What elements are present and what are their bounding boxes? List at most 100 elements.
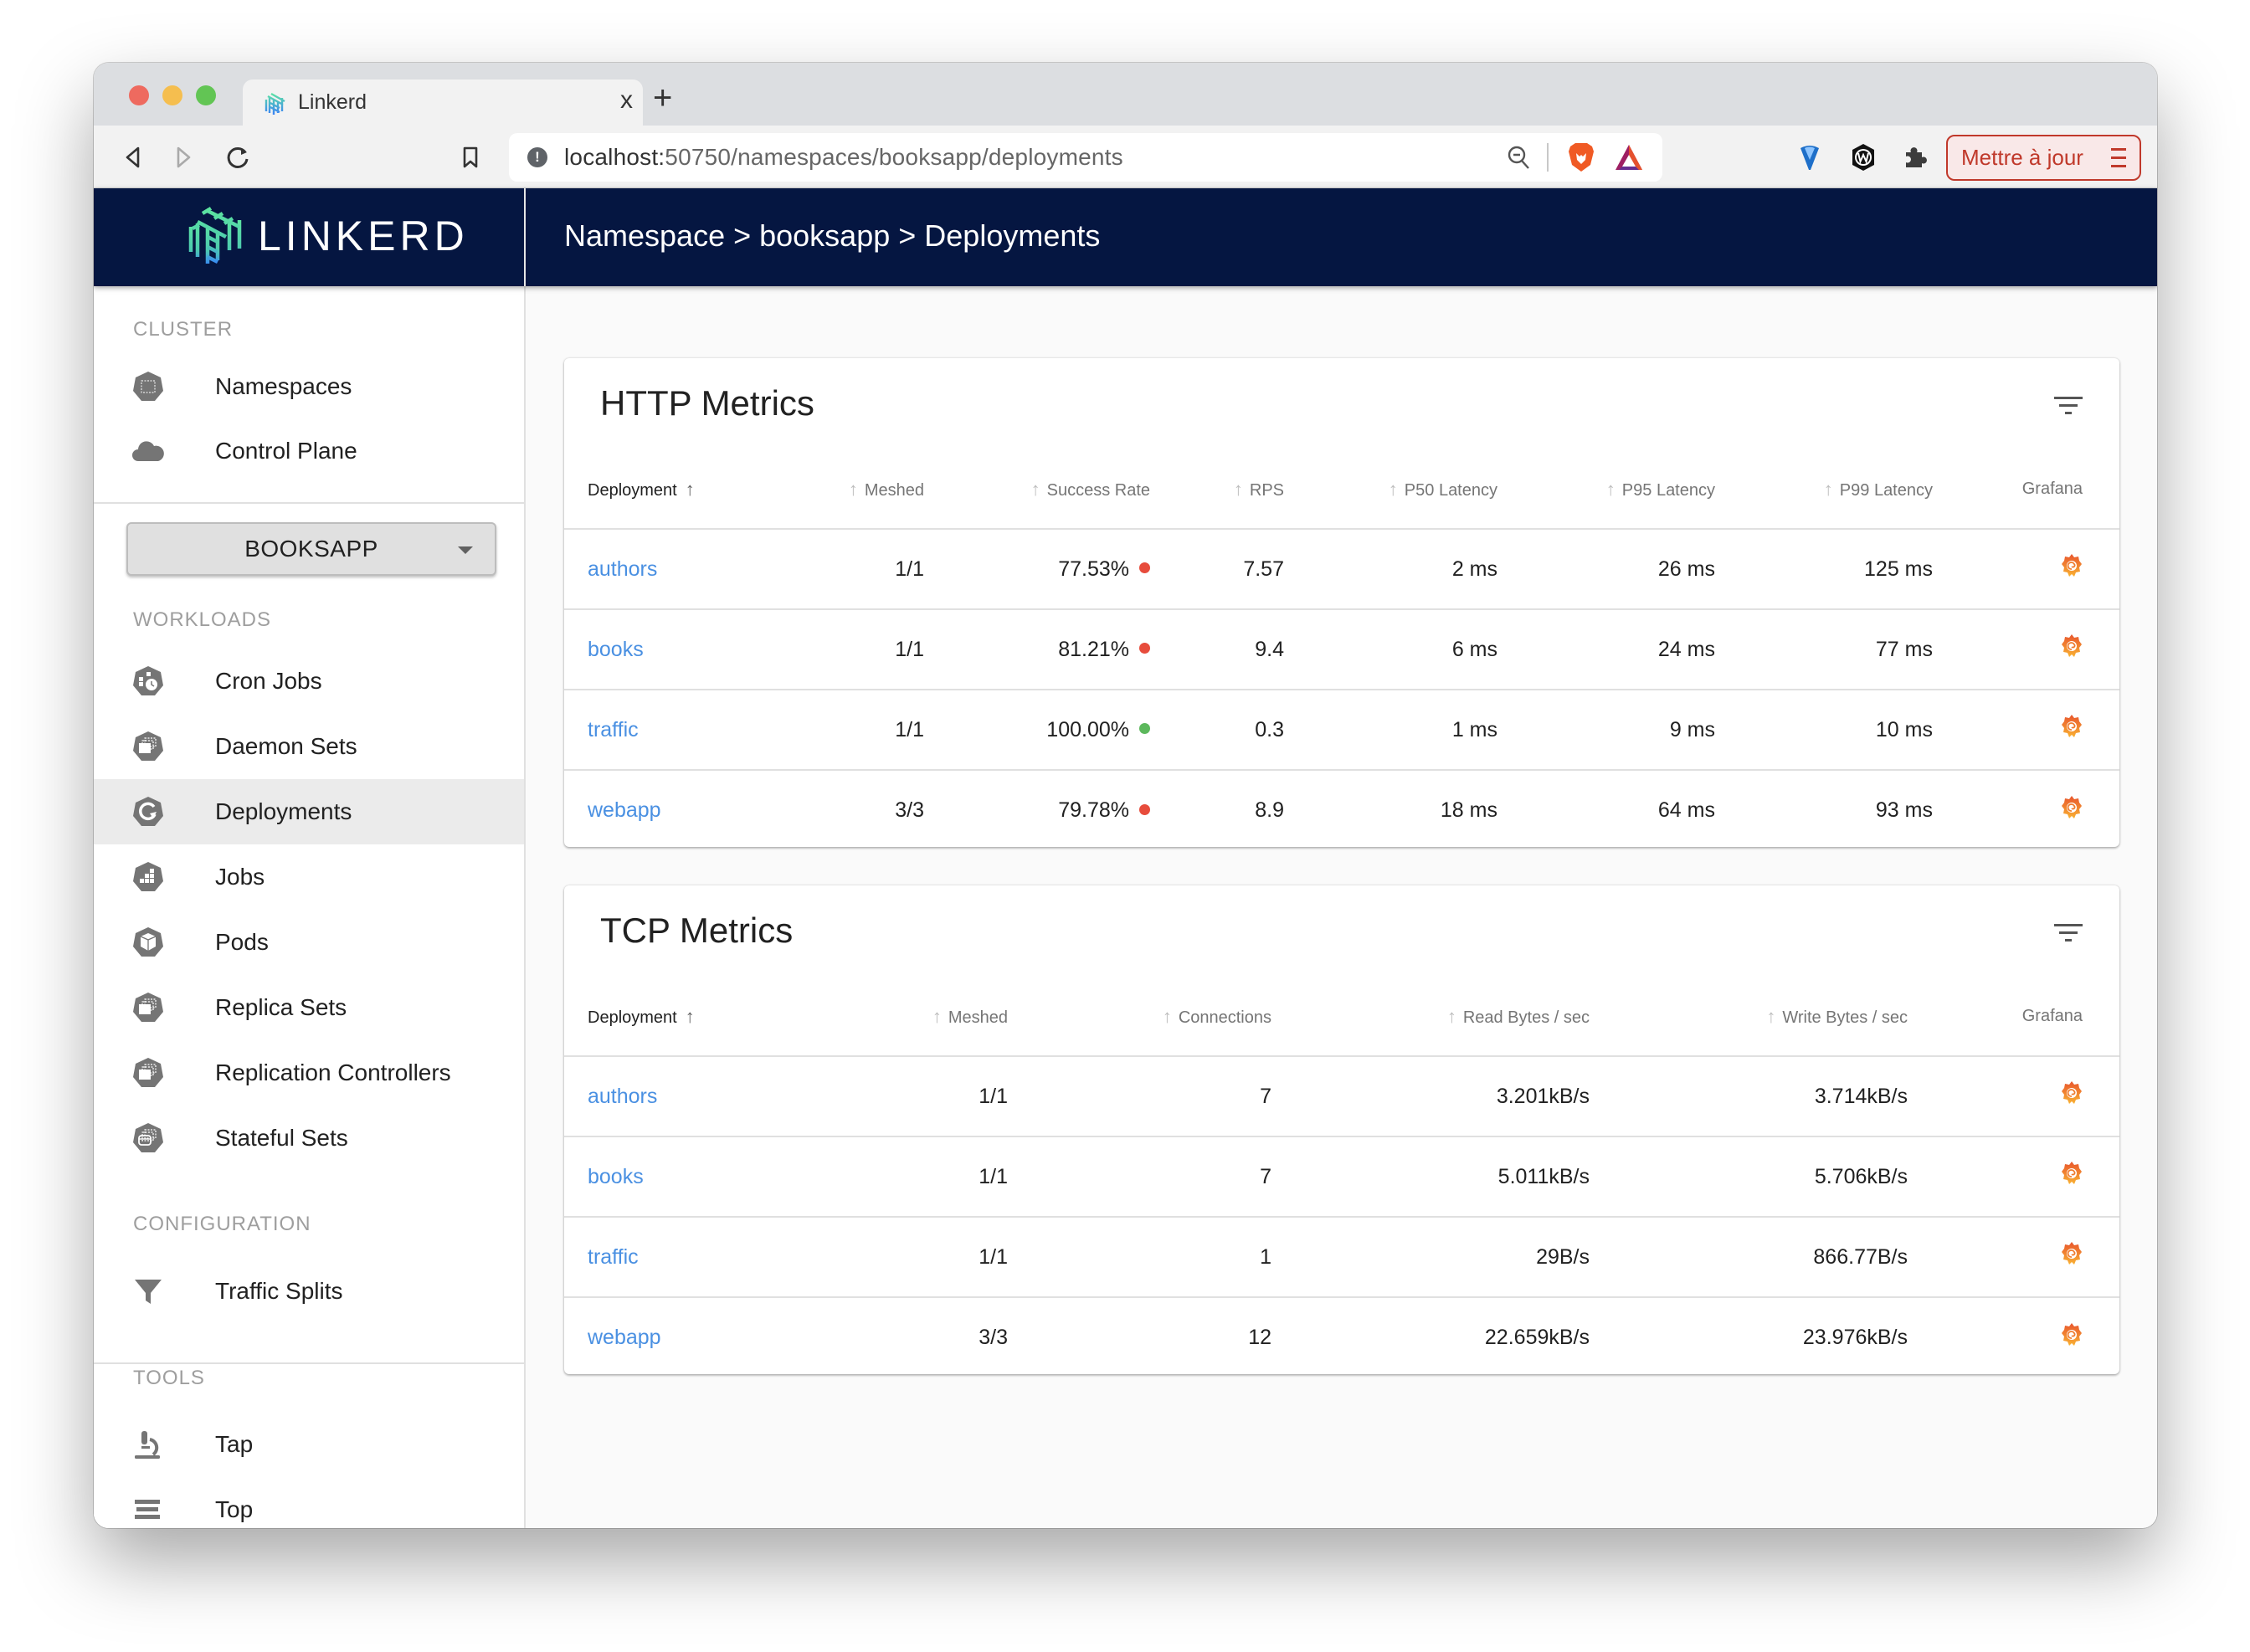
meshed-cell: 1/1: [773, 609, 924, 690]
grafana-icon[interactable]: [2061, 714, 2083, 739]
meshed-cell: 1/1: [773, 1217, 1008, 1298]
sidebar-item-tap[interactable]: Tap: [94, 1412, 524, 1477]
zoom-out-icon[interactable]: [1507, 145, 1532, 172]
grafana-cell: [1933, 770, 2119, 850]
sidebar-item-traffic-splits[interactable]: Traffic Splits: [94, 1259, 524, 1324]
close-window-button[interactable]: [129, 85, 149, 105]
sidebar-item-jobs[interactable]: Jobs: [94, 844, 524, 910]
meshed-cell: 3/3: [773, 1297, 1008, 1378]
extension-pin-icon[interactable]: [1793, 141, 1826, 174]
column-header-p50-latency[interactable]: ↑ P50 Latency: [1284, 450, 1497, 530]
maximize-window-button[interactable]: [196, 85, 216, 105]
grafana-icon[interactable]: [2061, 1241, 2083, 1266]
table-header-row: Deployment ↑ ↑ Meshed ↑ Success Rate ↑ RPS ↑…: [564, 450, 2119, 530]
logo-text: LINKERD: [258, 213, 469, 259]
extensions-puzzle-icon[interactable]: [1898, 141, 1932, 174]
column-header-rps[interactable]: ↑ RPS: [1150, 450, 1284, 530]
read-bytes-cell-value: 22.659kB/s: [1484, 1326, 1590, 1349]
read-bytes-cell: 22.659kB/s: [1271, 1297, 1590, 1378]
minimize-window-button[interactable]: [162, 85, 182, 105]
grafana-icon[interactable]: [2061, 1322, 2083, 1347]
column-header-success-rate[interactable]: ↑ Success Rate: [924, 450, 1150, 530]
namespace-select[interactable]: BOOKSAPP: [126, 522, 496, 576]
read-bytes-cell-value: 29B/s: [1536, 1244, 1590, 1269]
grafana-icon[interactable]: [2061, 553, 2083, 578]
column-header-read-bytes[interactable]: ↑ Read Bytes / sec: [1271, 977, 1590, 1057]
grafana-icon[interactable]: [2061, 795, 2083, 820]
sidebar-item-label: Traffic Splits: [215, 1278, 343, 1304]
success-rate-cell: 77.53%: [924, 529, 1150, 610]
sidebar-item-stateful-sets[interactable]: Stateful Sets: [94, 1106, 524, 1171]
deployment-link[interactable]: traffic: [588, 718, 639, 741]
sidebar-item-replica-sets[interactable]: Replica Sets: [94, 975, 524, 1040]
sidebar-item-namespaces[interactable]: Namespaces: [94, 354, 524, 419]
list-icon: [135, 1500, 160, 1519]
filter-list-icon[interactable]: [2054, 924, 2083, 944]
deployment-link[interactable]: webapp: [588, 798, 661, 822]
meshed-cell: 1/1: [773, 529, 924, 610]
back-icon[interactable]: [116, 141, 149, 174]
close-tab-icon[interactable]: x: [620, 88, 633, 113]
sidebar-item-cron-jobs[interactable]: Cron Jobs: [94, 649, 524, 714]
deployment-link[interactable]: books: [588, 638, 644, 661]
p95-latency-cell-value: 9 ms: [1669, 717, 1715, 741]
column-label: Connections: [1178, 1008, 1271, 1027]
column-header-write-bytes[interactable]: ↑ Write Bytes / sec: [1590, 977, 1908, 1057]
http-metrics-card: HTTP Metrics Deployment ↑ ↑ Meshed ↑ Succes…: [564, 358, 2119, 847]
column-header-meshed[interactable]: ↑ Meshed: [773, 977, 1008, 1057]
grafana-cell: [1908, 1297, 2119, 1378]
p50-latency-cell: 6 ms: [1284, 609, 1497, 690]
deployment-link[interactable]: books: [588, 1165, 644, 1188]
write-bytes-cell: 3.714kB/s: [1590, 1056, 1908, 1137]
p99-latency-cell-value: 10 ms: [1875, 717, 1933, 741]
deployment-link[interactable]: traffic: [588, 1245, 639, 1269]
url-text[interactable]: localhost:50750/namespaces/booksapp/depl…: [564, 144, 1123, 171]
grafana-icon[interactable]: [2061, 1080, 2083, 1106]
filter-list-icon[interactable]: [2054, 397, 2083, 417]
microscope-icon: [135, 1431, 160, 1459]
column-header-deployment[interactable]: Deployment ↑: [564, 450, 773, 530]
column-label: Meshed: [864, 480, 924, 500]
cloud-icon: [132, 441, 164, 461]
deployment-link[interactable]: authors: [588, 557, 657, 581]
sidebar-item-pods[interactable]: Pods: [94, 910, 524, 975]
deployment-link[interactable]: webapp: [588, 1326, 661, 1349]
grafana-icon[interactable]: [2061, 1161, 2083, 1186]
sidebar-item-deployments[interactable]: Deployments: [94, 779, 524, 844]
sidebar-item-replication-controllers[interactable]: Replication Controllers: [94, 1040, 524, 1106]
column-header-p99-latency[interactable]: ↑ P99 Latency: [1715, 450, 1933, 530]
tab-bar: Linkerd x +: [94, 63, 2157, 126]
bookmark-icon[interactable]: [454, 141, 487, 174]
column-label: Deployment: [588, 480, 677, 500]
pod-icon: [133, 927, 163, 957]
brave-shields-icon[interactable]: [1567, 141, 1595, 173]
extension-w-icon[interactable]: [1847, 141, 1880, 174]
rps-cell-value: 8.9: [1255, 798, 1284, 822]
grafana-icon[interactable]: [2061, 634, 2083, 659]
new-tab-button[interactable]: +: [653, 81, 672, 115]
p95-latency-cell-value: 64 ms: [1657, 798, 1715, 822]
update-browser-button[interactable]: Mettre à jour: [1946, 135, 2141, 181]
breadcrumb[interactable]: Namespace > booksapp > Deployments: [564, 218, 1100, 254]
logo[interactable]: LINKERD: [94, 188, 526, 286]
bat-rewards-icon[interactable]: [1614, 143, 1644, 172]
reload-icon[interactable]: [221, 141, 254, 174]
status-dot-icon: [1139, 723, 1150, 735]
site-info-icon[interactable]: !: [527, 147, 547, 167]
meshed-cell-value: 3/3: [979, 1326, 1008, 1349]
sidebar-item-daemon-sets[interactable]: Daemon Sets: [94, 714, 524, 779]
linkerd-dashboard: LINKERD Namespace > booksapp > Deploymen…: [94, 188, 2157, 1528]
update-button-label: Mettre à jour: [1961, 145, 2083, 170]
column-header-deployment[interactable]: Deployment ↑: [564, 977, 773, 1057]
column-header-meshed[interactable]: ↑ Meshed: [773, 450, 924, 530]
browser-tab[interactable]: Linkerd x: [243, 80, 643, 126]
address-bar[interactable]: ! localhost:50750/namespaces/booksapp/de…: [509, 133, 1662, 182]
column-header-connections[interactable]: ↑ Connections: [1008, 977, 1271, 1057]
deployment-link[interactable]: authors: [588, 1085, 657, 1108]
sidebar-item-control-plane[interactable]: Control Plane: [94, 418, 524, 484]
p50-latency-cell: 2 ms: [1284, 529, 1497, 610]
sidebar-item-label: Daemon Sets: [215, 733, 357, 759]
forward-icon[interactable]: [167, 141, 201, 174]
column-header-p95-latency[interactable]: ↑ P95 Latency: [1497, 450, 1715, 530]
sidebar-item-top[interactable]: Top: [94, 1477, 524, 1528]
